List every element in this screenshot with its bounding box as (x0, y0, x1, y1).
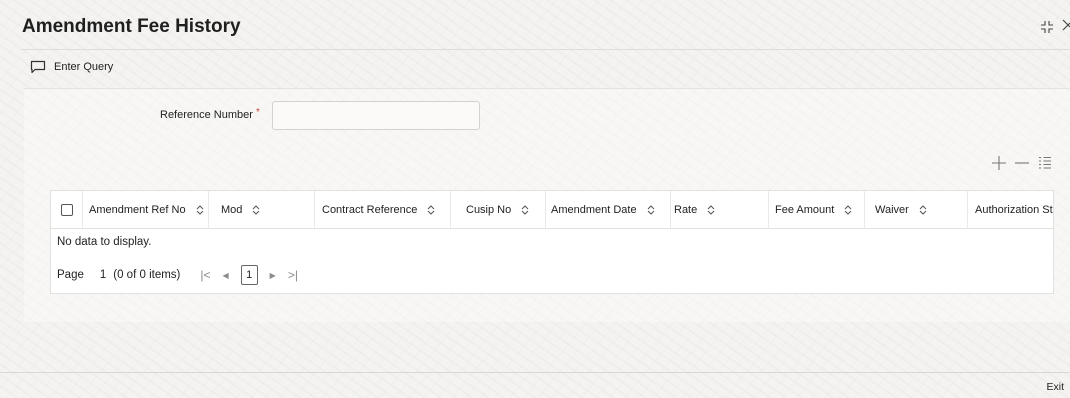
item-count: (0 of 0 items) (113, 269, 181, 281)
select-all-cell (51, 191, 83, 229)
maximize-icon[interactable] (1040, 20, 1054, 34)
column-header-mod[interactable]: Mod (209, 191, 315, 229)
footer-divider (0, 372, 1070, 373)
sort-icon (919, 205, 927, 215)
required-marker: * (255, 107, 260, 118)
expand-corners-icon (1041, 20, 1053, 33)
page-number: 1 (99, 269, 107, 281)
delete-row-icon[interactable] (1015, 156, 1029, 175)
column-header-amendment-ref-no[interactable]: Amendment Ref No (83, 191, 209, 229)
column-header-fee-amount[interactable]: Fee Amount (769, 191, 865, 229)
sort-icon (428, 205, 435, 215)
amendment-fee-grid: Amendment Ref No Mod Contract Reference … (50, 190, 1054, 294)
column-header-authorization-status[interactable]: Authorization Sta (968, 191, 1053, 229)
column-settings-icon[interactable] (1038, 156, 1052, 175)
page-label: Page (57, 269, 84, 281)
exit-button[interactable]: Exit (1046, 379, 1064, 395)
empty-message: No data to display. (57, 236, 152, 248)
pagination: Page 1 (0 of 0 items) |< ◀ 1 ▶ >| (57, 264, 304, 286)
enter-query-button[interactable]: Enter Query (30, 60, 113, 74)
sort-icon (253, 205, 260, 215)
sort-icon (844, 205, 852, 215)
column-header-waiver[interactable]: Waiver (865, 191, 968, 229)
grid-toolbar (992, 156, 1052, 175)
enter-query-label: Enter Query (54, 61, 114, 73)
chat-bubble-icon (30, 60, 46, 74)
header-divider (22, 49, 1070, 50)
column-header-contract-reference[interactable]: Contract Reference (315, 191, 451, 229)
column-header-amendment-date[interactable]: Amendment Date (546, 191, 671, 229)
reference-number-label: Reference Number * (160, 107, 260, 121)
sort-icon (196, 205, 203, 215)
reference-number-input[interactable] (272, 101, 480, 130)
sort-icon (707, 205, 715, 215)
page-title: Amendment Fee History (22, 16, 241, 37)
current-page-button[interactable]: 1 (240, 265, 258, 285)
grid-header: Amendment Ref No Mod Contract Reference … (51, 191, 1053, 229)
previous-page-icon[interactable]: ◀ (223, 271, 229, 280)
column-header-rate[interactable]: Rate (671, 191, 769, 229)
close-icon[interactable] (1062, 18, 1070, 35)
sort-icon (647, 205, 654, 215)
add-row-icon[interactable] (992, 156, 1006, 175)
column-header-cusip-no[interactable]: Cusip No (451, 191, 546, 229)
next-page-icon[interactable]: ▶ (270, 271, 276, 280)
sort-icon (521, 205, 529, 215)
last-page-icon[interactable]: >| (288, 268, 298, 282)
select-all-checkbox[interactable] (61, 204, 73, 216)
window-controls (1040, 18, 1070, 35)
first-page-icon[interactable]: |< (200, 268, 210, 282)
